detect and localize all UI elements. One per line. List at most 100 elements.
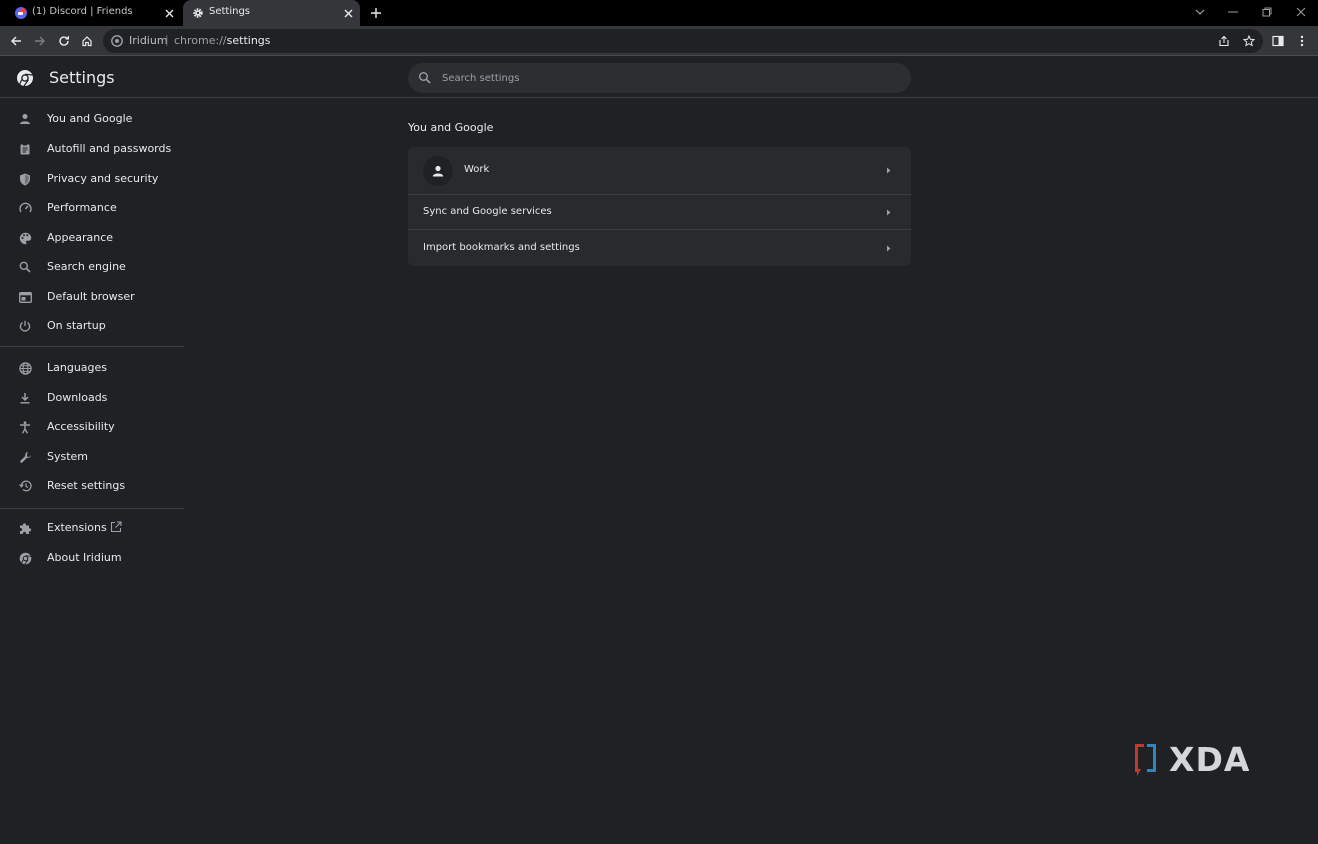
close-window-button[interactable] [1292, 4, 1310, 20]
share-icon [1219, 35, 1229, 47]
plus-icon [371, 8, 381, 18]
sync-google-services-row[interactable]: Sync and Google services [408, 194, 911, 229]
minimize-icon [1228, 11, 1238, 13]
sidebar-item-label: System [47, 450, 89, 463]
gear-icon [193, 8, 203, 18]
tab-search-button[interactable] [1191, 4, 1209, 20]
chevron-right-icon [883, 243, 893, 253]
url-path: settings [226, 34, 271, 47]
external-link-icon [110, 521, 122, 533]
globe-icon [18, 361, 32, 375]
sidebar-item-extensions[interactable]: Extensions [0, 514, 184, 542]
reload-icon [59, 36, 69, 46]
watermark-text: XDA [1169, 740, 1250, 779]
minimize-button[interactable] [1224, 4, 1242, 20]
forward-button[interactable] [32, 33, 48, 49]
person-icon [432, 165, 444, 177]
sidebar-item-label: On startup [47, 319, 106, 332]
discord-favicon-icon [15, 7, 27, 19]
sidebar-item-label: Performance [47, 201, 117, 214]
sidebar-item-label: Appearance [47, 231, 114, 244]
sidebar-item-accessibility[interactable]: Accessibility [0, 413, 184, 441]
sidebar-item-about[interactable]: About Iridium [0, 544, 184, 572]
sidebar-item-search-engine[interactable]: Search engine [0, 253, 184, 281]
search-icon [419, 72, 431, 84]
arrow-left-icon [11, 36, 21, 46]
sidebar-item-reset-settings[interactable]: Reset settings [0, 472, 184, 500]
side-panel-icon [1272, 35, 1284, 47]
sidebar-item-appearance[interactable]: Appearance [0, 224, 184, 252]
sidebar-item-label: You and Google [47, 112, 133, 125]
iridium-logo-icon [18, 551, 32, 565]
url-text: chrome://settings [174, 34, 271, 47]
search-settings-box[interactable] [408, 63, 911, 93]
import-bookmarks-row[interactable]: Import bookmarks and settings [408, 229, 911, 266]
search-input[interactable] [442, 69, 882, 87]
home-button[interactable] [79, 33, 95, 49]
puzzle-icon [18, 521, 32, 535]
url-separator: | [165, 33, 169, 46]
sidebar-item-label: Privacy and security [47, 172, 159, 185]
profile-name: Work [464, 164, 490, 175]
restore-button[interactable] [1258, 4, 1276, 20]
share-button[interactable] [1216, 33, 1232, 49]
new-tab-button[interactable] [368, 5, 384, 21]
avatar [423, 156, 453, 186]
tab-title: (1) Discord | Friends [32, 6, 133, 17]
sidebar-item-label: Downloads [47, 391, 108, 404]
close-tab-icon[interactable] [342, 7, 354, 19]
shield-icon [18, 172, 32, 186]
tab-settings[interactable]: Settings [183, 0, 360, 26]
person-icon [18, 112, 32, 126]
accessibility-icon [18, 420, 32, 434]
search-icon [18, 260, 32, 274]
chevron-right-icon [883, 207, 893, 217]
side-panel-button[interactable] [1270, 33, 1286, 49]
sidebar-item-performance[interactable]: Performance [0, 194, 184, 222]
sidebar-item-label: Accessibility [47, 420, 115, 433]
clipboard-icon [18, 142, 32, 156]
history-icon [18, 479, 32, 493]
sidebar-item-privacy[interactable]: Privacy and security [0, 165, 184, 193]
sidebar-item-on-startup[interactable]: On startup [0, 312, 184, 340]
close-icon [1296, 7, 1306, 17]
close-tab-icon[interactable] [163, 7, 175, 19]
browser-window-icon [18, 290, 32, 304]
section-title: You and Google [408, 121, 494, 134]
sidebar-item-label: Autofill and passwords [47, 142, 172, 155]
profile-row[interactable]: Work [408, 147, 911, 194]
row-label: Import bookmarks and settings [423, 242, 580, 253]
you-and-google-card: Work Sync and Google services Import boo… [408, 147, 911, 266]
sidebar-item-you-and-google[interactable]: You and Google [0, 105, 184, 133]
sidebar-item-autofill[interactable]: Autofill and passwords [0, 135, 184, 163]
arrow-right-icon [35, 36, 45, 46]
download-icon [18, 391, 32, 405]
reload-button[interactable] [56, 33, 72, 49]
sidebar-item-label: Languages [47, 361, 108, 374]
site-name: Iridium [129, 34, 168, 47]
sidebar-item-label: Search engine [47, 260, 126, 273]
chevron-right-icon [883, 165, 893, 175]
sidebar-item-downloads[interactable]: Downloads [0, 384, 184, 412]
row-label: Sync and Google services [423, 206, 552, 217]
palette-icon [18, 231, 32, 245]
xda-watermark-logo: XDA [1135, 740, 1250, 779]
sidebar-item-default-browser[interactable]: Default browser [0, 283, 184, 311]
star-icon [1243, 35, 1255, 47]
back-button[interactable] [8, 33, 24, 49]
tab-discord[interactable]: (1) Discord | Friends [0, 0, 181, 26]
speedometer-icon [18, 201, 32, 215]
sidebar-divider [0, 346, 184, 347]
sidebar-item-languages[interactable]: Languages [0, 354, 184, 382]
chevron-down-icon [1195, 9, 1205, 15]
power-icon [18, 319, 32, 333]
address-bar[interactable]: Iridium | chrome://settings [103, 29, 1263, 53]
sidebar-divider [0, 508, 184, 509]
home-icon [82, 36, 92, 47]
sidebar-item-system[interactable]: System [0, 443, 184, 471]
iridium-site-icon [111, 35, 123, 47]
bookmark-button[interactable] [1241, 33, 1257, 49]
tab-title: Settings [209, 6, 251, 17]
menu-button[interactable] [1294, 33, 1310, 49]
tab-strip: (1) Discord | Friends Settings [0, 0, 1318, 26]
